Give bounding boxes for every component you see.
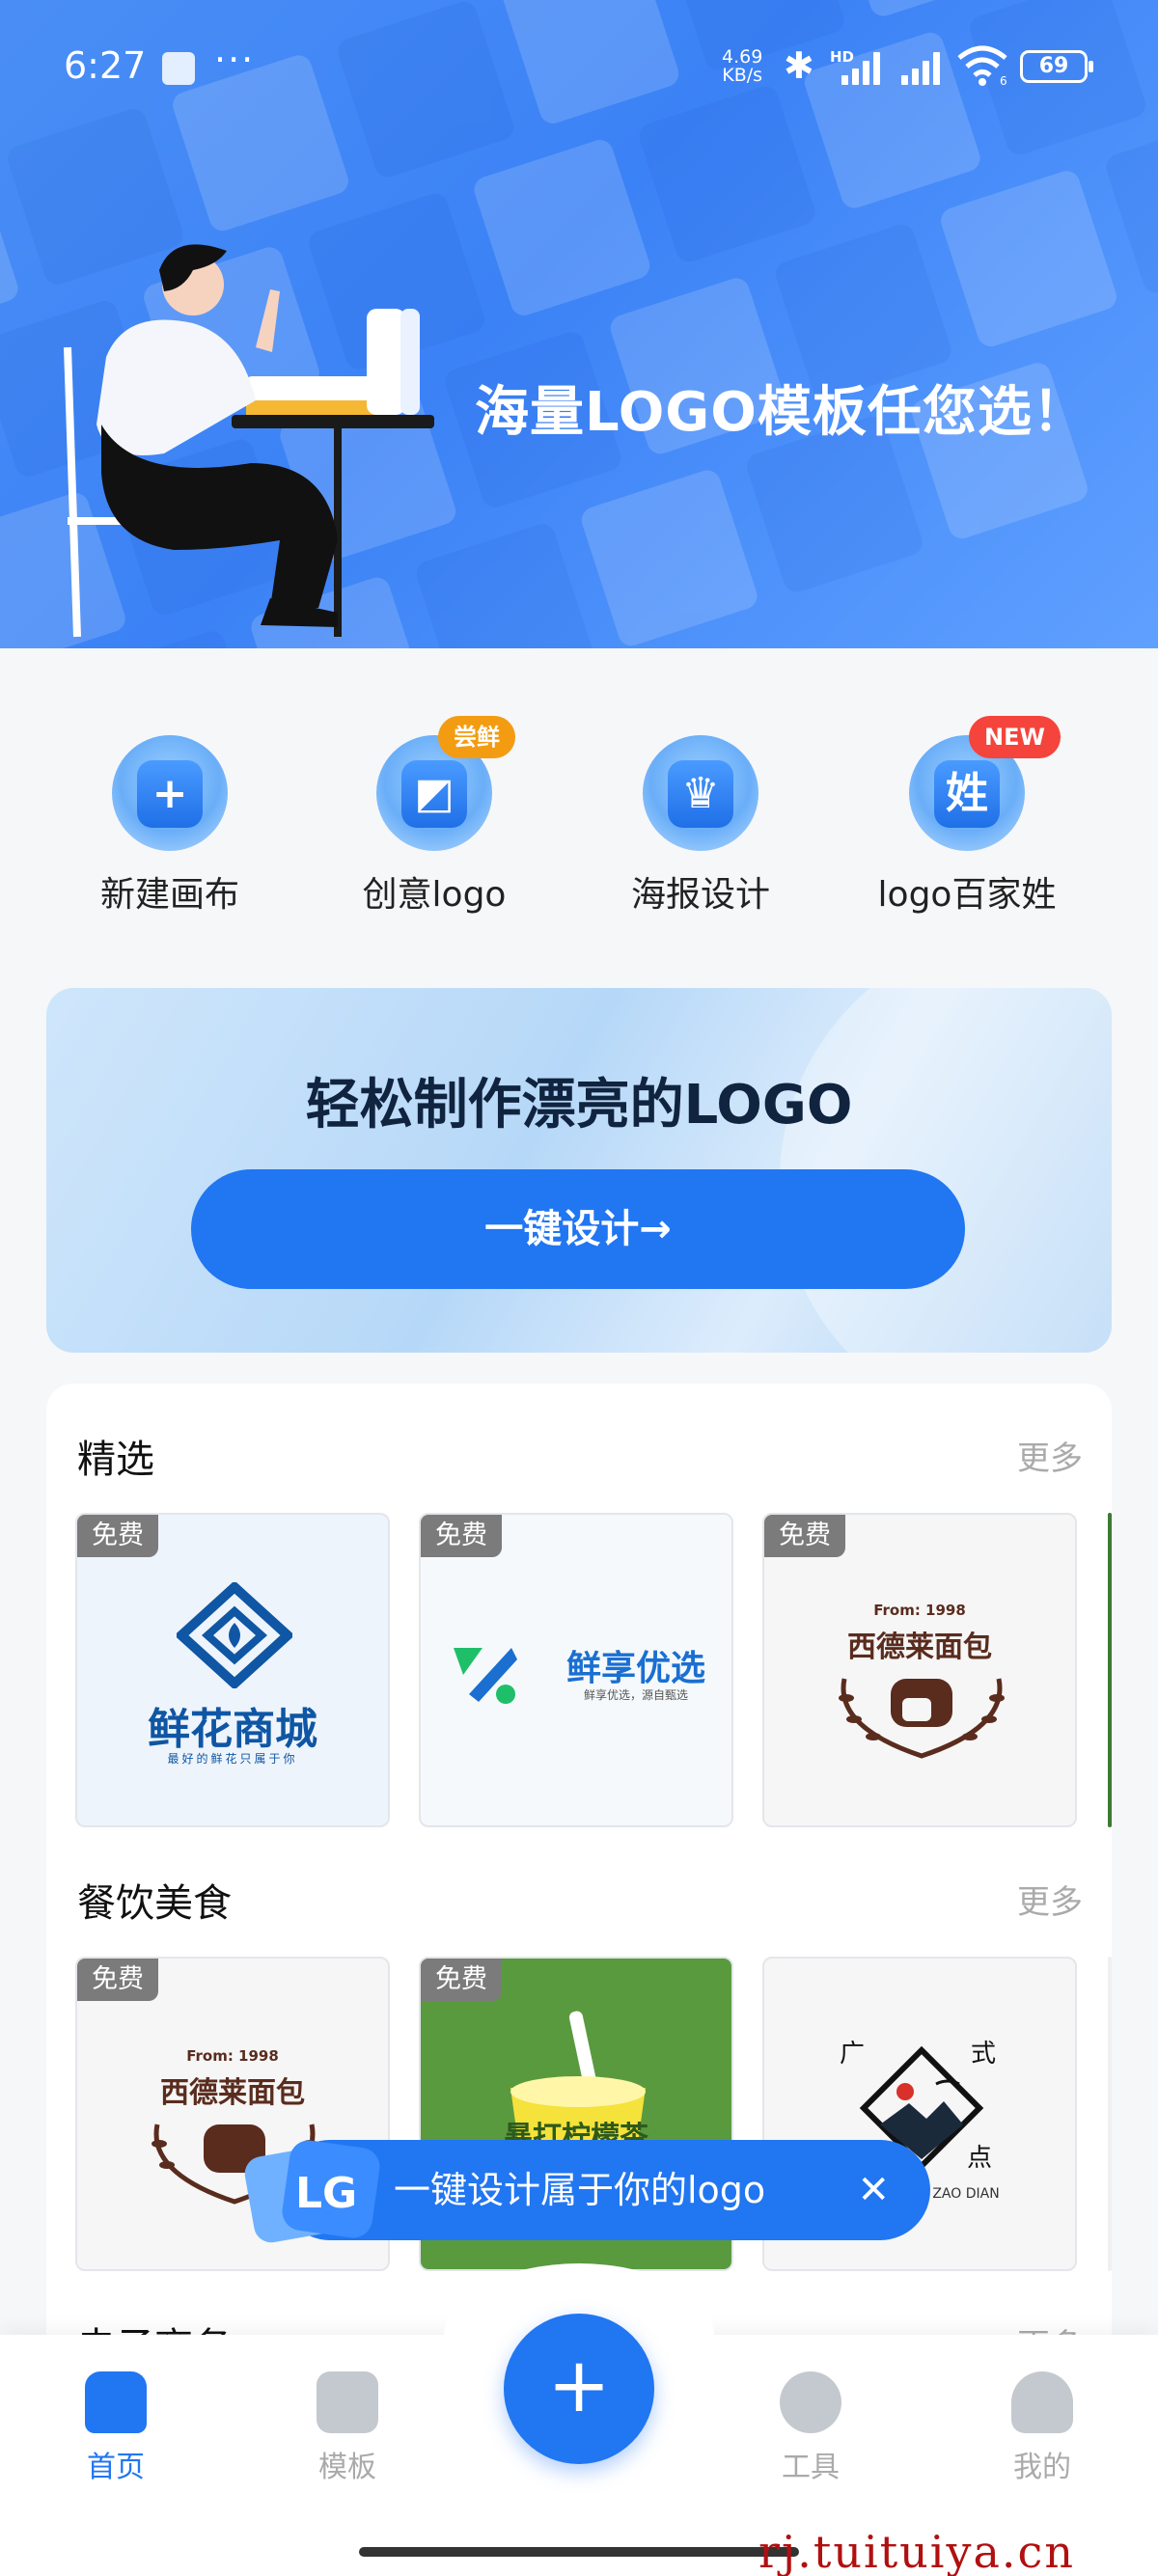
app-logo-icon: LG: [244, 2140, 380, 2243]
template-tagline: 鲜享优选，源自甄选: [583, 1688, 688, 1702]
network-speed: 4.69 KB/s: [722, 48, 762, 85]
signal-2-icon: [901, 52, 948, 85]
person-at-desk-illustration: [64, 244, 434, 638]
hero-title: 海量LOGO模板任您选！: [475, 381, 1088, 444]
quick-action-label: 创意logo: [362, 875, 507, 915]
template-card-edge: [1108, 1957, 1112, 2271]
free-badge: 免费: [764, 1515, 845, 1557]
svg-text:LG: LG: [295, 2169, 357, 2218]
battery-icon: 69: [1020, 50, 1093, 83]
template-from: From: 1998: [873, 1602, 966, 1619]
template-name: 鲜享优选: [565, 1649, 705, 1688]
poster-icon: ♛: [643, 735, 758, 851]
free-badge: 免费: [77, 1515, 158, 1557]
free-badge: 免费: [421, 1959, 502, 2001]
promo-banner[interactable]: 轻松制作漂亮的LOGO 一键设计→: [46, 988, 1112, 1353]
template-tagline: 最好的鲜花只属于你: [167, 1752, 298, 1766]
template-name: 鲜花商城: [148, 1705, 317, 1754]
bread-wreath-icon: [839, 1678, 1005, 1759]
home-indicator[interactable]: [359, 2547, 799, 2557]
plus-case-icon: +: [112, 735, 228, 851]
template-card[interactable]: 免费 From: 1998 西德莱面包: [762, 1513, 1077, 1827]
quick-action-label: 海报设计: [630, 875, 770, 915]
image-template-icon: [317, 2371, 378, 2433]
nav-label: 模板: [318, 2451, 376, 2484]
close-icon[interactable]: ✕: [857, 2140, 890, 2240]
template-from: From: 1998: [186, 2047, 279, 2065]
quick-action-label: 新建画布: [99, 875, 239, 915]
home-icon: [85, 2371, 147, 2433]
nav-label: 我的: [1013, 2451, 1071, 2484]
section-more-food[interactable]: 更多: [1017, 1876, 1083, 1923]
template-card[interactable]: 免费 鲜花商城 最好的鲜花只属于你: [75, 1513, 390, 1827]
quick-actions: + 新建画布 ◩ 尝鲜 创意logo ♛ 海报设计 姓 NEW logo百家姓: [0, 716, 1158, 918]
new-badge: NEW: [969, 716, 1061, 758]
bluetooth-icon: ✱: [784, 44, 814, 87]
promo-title: 轻松制作漂亮的LOGO: [305, 1074, 853, 1137]
status-bar: 6:27 ··· 4.69 KB/s ✱ HD 6 69: [0, 39, 1158, 100]
free-badge: 免费: [77, 1959, 158, 2001]
template-card-edge: [1108, 1513, 1112, 1827]
flower-diamond-icon: [177, 1582, 292, 1688]
wifi-sub-label: 6: [1000, 74, 1007, 87]
surname-glyph: 姓: [934, 760, 1000, 828]
one-click-design-button[interactable]: 一键设计→: [191, 1169, 965, 1289]
nav-item-home[interactable]: 首页: [39, 2371, 193, 2485]
nav-label: 首页: [87, 2451, 145, 2484]
create-fab-button[interactable]: +: [504, 2314, 654, 2464]
nav-item-templates[interactable]: 模板: [270, 2371, 425, 2485]
quick-action-new-canvas[interactable]: + 新建画布: [54, 726, 286, 918]
section-more-featured[interactable]: 更多: [1017, 1432, 1083, 1479]
tools-icon: [780, 2371, 841, 2433]
try-badge: 尝鲜: [438, 716, 515, 758]
toast-text: 一键设计属于你的logo: [394, 2169, 766, 2211]
section-title-featured: 精选: [77, 1438, 154, 1482]
wrench-icon: [162, 52, 195, 85]
quick-action-label: logo百家姓: [877, 875, 1057, 915]
free-badge: 免费: [421, 1515, 502, 1557]
section-title-food: 餐饮美食: [77, 1881, 232, 1926]
more-notifications-icon: ···: [214, 39, 256, 81]
network-speed-unit: KB/s: [722, 65, 763, 86]
template-card[interactable]: 免费 鲜享优选 鲜享优选，源自甄选: [419, 1513, 733, 1827]
wifi-icon: 6: [957, 45, 1007, 87]
user-icon: [1011, 2371, 1073, 2433]
quick-action-creative-logo[interactable]: ◩ 尝鲜 创意logo: [318, 716, 550, 918]
signal-1-icon: [841, 52, 888, 85]
quick-action-surname-logo[interactable]: 姓 NEW logo百家姓: [851, 716, 1083, 918]
clock: 6:27: [64, 44, 147, 87]
nav-item-profile[interactable]: 我的: [965, 2371, 1119, 2485]
nav-label: 工具: [782, 2451, 840, 2484]
nav-item-tools[interactable]: 工具: [733, 2371, 888, 2485]
quick-action-poster-design[interactable]: ♛ 海报设计: [585, 726, 816, 918]
watermark: rj.tuituiya.cn: [758, 2526, 1075, 2576]
